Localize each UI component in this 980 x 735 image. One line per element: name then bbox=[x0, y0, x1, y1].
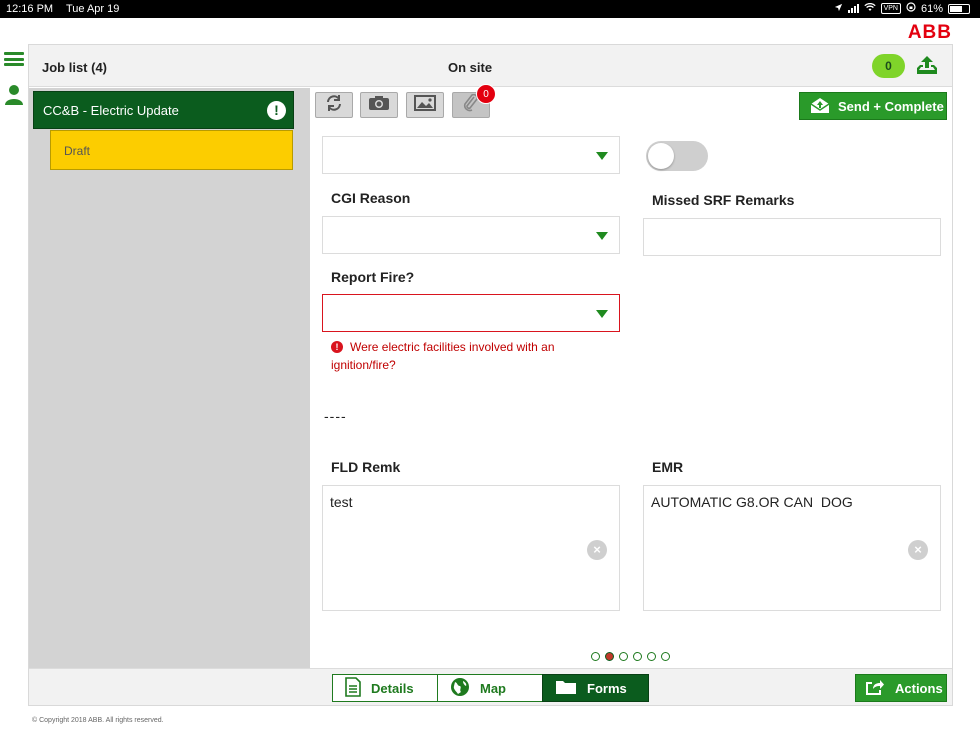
rotation-lock-icon bbox=[906, 2, 916, 15]
page-dot-active[interactable] bbox=[605, 652, 614, 661]
job-item-label: CC&B - Electric Update bbox=[43, 103, 179, 118]
chevron-down-icon bbox=[596, 310, 608, 318]
envelope-send-icon bbox=[810, 96, 830, 117]
tab-map[interactable]: Map bbox=[437, 674, 543, 702]
page-dot[interactable] bbox=[647, 652, 656, 661]
job-sidebar: CC&B - Electric Update ! Draft bbox=[29, 88, 310, 668]
attachment-count-badge: 0 bbox=[476, 84, 496, 104]
user-icon[interactable] bbox=[4, 84, 24, 111]
page-title: On site bbox=[448, 60, 493, 75]
draft-label: Draft bbox=[64, 144, 91, 158]
share-icon bbox=[865, 678, 885, 699]
battery-percent: 61% bbox=[920, 2, 943, 15]
send-complete-label: Send + Complete bbox=[838, 98, 944, 114]
battery-icon bbox=[948, 3, 970, 14]
page-dot[interactable] bbox=[619, 652, 628, 661]
image-icon bbox=[414, 94, 436, 116]
report-fire-error: ! Were electric facilities involved with … bbox=[331, 338, 591, 374]
left-rail bbox=[0, 44, 28, 684]
tab-forms[interactable]: Forms bbox=[542, 674, 649, 702]
cgi-reason-select[interactable] bbox=[322, 216, 620, 254]
report-fire-select[interactable] bbox=[322, 294, 620, 332]
page-dot[interactable] bbox=[661, 652, 670, 661]
sync-count-badge[interactable]: 0 bbox=[872, 54, 905, 78]
actions-button[interactable]: Actions bbox=[855, 674, 947, 702]
vpn-badge: VPN bbox=[880, 3, 901, 14]
gallery-button[interactable] bbox=[406, 92, 444, 118]
missed-srf-input[interactable] bbox=[643, 218, 941, 256]
error-icon: ! bbox=[331, 341, 343, 353]
upload-icon[interactable] bbox=[915, 55, 939, 82]
emr-label: EMR bbox=[652, 459, 684, 475]
globe-icon bbox=[450, 677, 470, 700]
fld-remk-value: test bbox=[330, 494, 353, 510]
page-indicator[interactable] bbox=[591, 652, 670, 661]
document-icon bbox=[345, 676, 361, 700]
page-dot[interactable] bbox=[591, 652, 600, 661]
location-icon bbox=[834, 3, 843, 15]
status-time: 12:16 PM bbox=[6, 3, 54, 15]
hamburger-menu-icon[interactable] bbox=[4, 52, 24, 66]
separator-text: ---- bbox=[324, 408, 347, 424]
chevron-down-icon bbox=[596, 152, 608, 160]
main-frame: Job list (4) On site 0 CC&B - Electric U… bbox=[28, 44, 953, 706]
alert-icon: ! bbox=[267, 101, 286, 120]
draft-status-item[interactable]: Draft bbox=[50, 130, 293, 170]
top-select[interactable] bbox=[322, 136, 620, 174]
toggle-knob bbox=[648, 143, 674, 169]
fld-remk-label: FLD Remk bbox=[331, 459, 401, 475]
job-list-title: Job list (4) bbox=[42, 60, 108, 75]
bottom-bar: Details Map Forms Actions bbox=[29, 668, 952, 705]
top-bar: Job list (4) On site 0 bbox=[29, 45, 952, 87]
status-date: Tue Apr 19 bbox=[65, 3, 120, 15]
signal-icon bbox=[847, 4, 859, 13]
refresh-button[interactable] bbox=[315, 92, 353, 118]
emr-value: AUTOMATIC G8.OR CAN DOG bbox=[651, 494, 853, 510]
chevron-down-icon bbox=[596, 232, 608, 240]
fld-remk-textarea[interactable]: test × bbox=[322, 485, 620, 611]
form-content: 0 Send + Complete CGI Reason Missed SRF … bbox=[311, 84, 952, 668]
cgi-reason-label: CGI Reason bbox=[331, 190, 411, 206]
missed-srf-label: Missed SRF Remarks bbox=[652, 192, 795, 208]
refresh-icon bbox=[324, 94, 344, 117]
toggle-switch[interactable] bbox=[646, 141, 708, 171]
report-fire-label: Report Fire? bbox=[331, 269, 415, 285]
camera-icon bbox=[368, 95, 390, 116]
folder-icon bbox=[555, 679, 577, 698]
tab-map-label: Map bbox=[480, 680, 506, 696]
send-complete-button[interactable]: Send + Complete bbox=[799, 92, 947, 120]
wifi-icon bbox=[863, 2, 876, 15]
actions-label: Actions bbox=[895, 680, 943, 696]
camera-button[interactable] bbox=[360, 92, 398, 118]
tab-details-label: Details bbox=[371, 680, 414, 696]
abb-logo: ABB bbox=[907, 22, 952, 43]
clear-icon[interactable]: × bbox=[587, 540, 607, 560]
tab-details[interactable]: Details bbox=[332, 674, 438, 702]
page-dot[interactable] bbox=[633, 652, 642, 661]
status-bar: 12:16 PM Tue Apr 19 VPN 61% bbox=[0, 0, 980, 18]
clear-icon[interactable]: × bbox=[908, 540, 928, 560]
report-fire-error-text: Were electric facilities involved with a… bbox=[331, 340, 555, 372]
emr-textarea[interactable]: AUTOMATIC G8.OR CAN DOG × bbox=[643, 485, 941, 611]
copyright-footer: © Copyright 2018 ABB. All rights reserve… bbox=[32, 717, 164, 724]
job-item-ccb[interactable]: CC&B - Electric Update ! bbox=[33, 91, 294, 129]
tab-forms-label: Forms bbox=[587, 680, 627, 696]
